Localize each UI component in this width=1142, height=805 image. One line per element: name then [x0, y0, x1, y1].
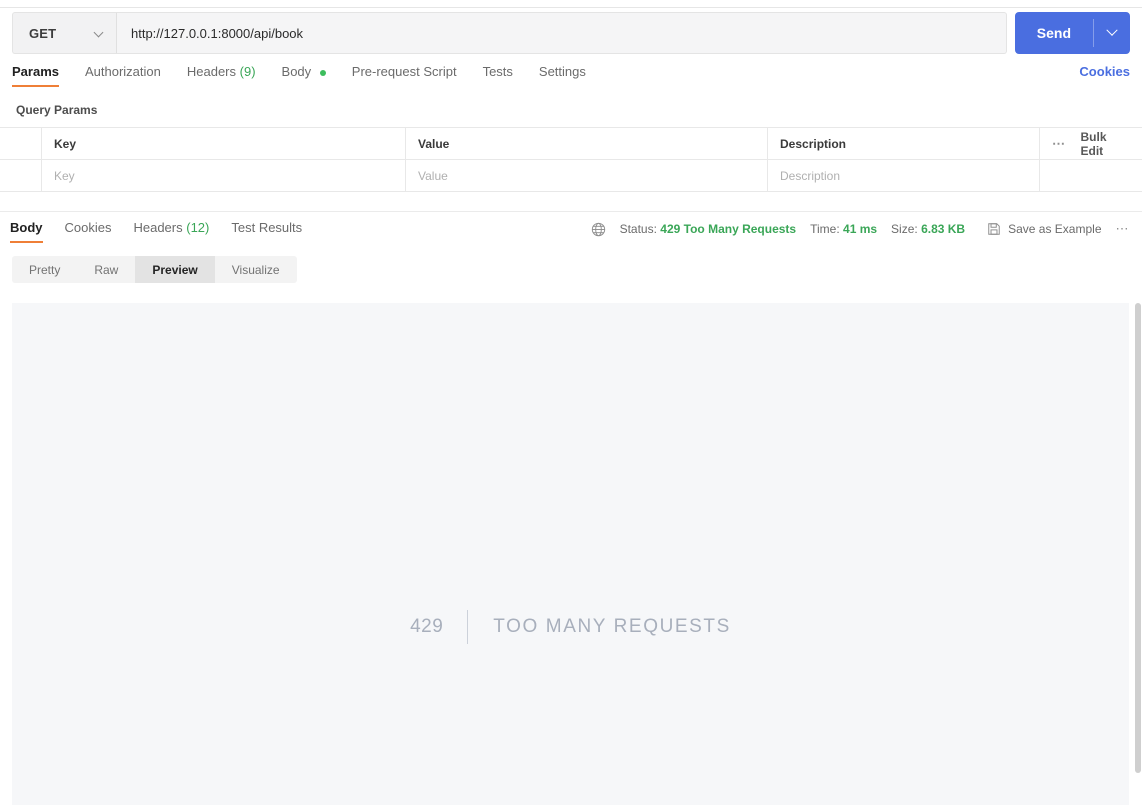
save-as-example-label: Save as Example [1008, 222, 1102, 236]
response-tab-test-results[interactable]: Test Results [231, 220, 302, 243]
tab-settings[interactable]: Settings [539, 64, 586, 87]
time-label: Time: [810, 222, 840, 236]
globe-icon [591, 222, 606, 237]
top-divider [0, 7, 1142, 8]
param-description-input[interactable]: Description [768, 160, 1040, 191]
time-group: Time: 41 ms [810, 222, 877, 236]
response-tab-headers[interactable]: Headers (12) [133, 220, 209, 243]
body-modified-dot-icon [319, 69, 326, 76]
tab-settings-label: Settings [538, 64, 586, 79]
response-view-mode-toggle: Pretty Raw Preview Visualize [12, 256, 297, 283]
size-label: Size: [891, 222, 918, 236]
error-content: 429 TOO MANY REQUESTS [410, 610, 731, 644]
status-group: Status: 429 Too Many Requests [620, 222, 797, 236]
http-method-label: GET [29, 25, 57, 41]
view-mode-pretty[interactable]: Pretty [12, 256, 77, 283]
tab-authorization[interactable]: Authorization [85, 64, 161, 87]
response-tab-headers-count: (12) [186, 220, 210, 235]
response-bar: Body Cookies Headers (12) Test Results S… [10, 220, 1130, 246]
view-mode-preview[interactable]: Preview [135, 256, 215, 283]
tab-body[interactable]: Body [282, 64, 326, 87]
http-method-select[interactable]: GET [12, 12, 116, 54]
response-tab-cookies[interactable]: Cookies [65, 220, 112, 243]
send-options-caret-icon[interactable] [1094, 12, 1130, 54]
error-status-message: TOO MANY REQUESTS [493, 616, 731, 637]
tab-pre-request-script-label: Pre-request Script [351, 64, 457, 79]
send-button[interactable]: Send [1015, 12, 1093, 54]
query-params-table: Key Value Description ⋯ Bulk Edit Key Va… [0, 127, 1142, 192]
bulk-edit-button[interactable]: Bulk Edit [1081, 130, 1131, 158]
query-params-title: Query Params [16, 103, 98, 117]
tab-headers[interactable]: Headers (9) [187, 64, 256, 87]
tab-headers-count: (9) [239, 64, 256, 79]
time-value: 41 ms [843, 222, 878, 236]
save-as-example-button[interactable]: Save as Example [987, 222, 1102, 236]
table-tools: ⋯ Bulk Edit [1040, 128, 1142, 159]
param-value-input[interactable]: Value [406, 160, 768, 191]
header-value: Value [406, 128, 768, 159]
response-tab-headers-label: Headers [133, 220, 183, 235]
error-status-code: 429 [410, 616, 444, 637]
row-tools [1040, 160, 1142, 191]
table-header-row: Key Value Description ⋯ Bulk Edit [0, 128, 1142, 160]
view-mode-raw[interactable]: Raw [77, 256, 135, 283]
tab-headers-label: Headers [186, 64, 237, 79]
preview-scrollbar[interactable] [1135, 303, 1141, 805]
response-tab-test-results-label: Test Results [231, 220, 303, 235]
tab-tests-label: Tests [482, 64, 513, 79]
cookies-link[interactable]: Cookies [1079, 64, 1130, 79]
view-mode-visualize[interactable]: Visualize [215, 256, 297, 283]
chevron-down-icon [94, 28, 105, 39]
status-value: 429 Too Many Requests [660, 222, 797, 236]
tab-tests[interactable]: Tests [483, 64, 513, 87]
request-tabs: Params Authorization Headers (9) Body Pr… [12, 64, 1130, 90]
save-icon [987, 222, 1001, 236]
ellipsis-icon[interactable]: ⋯ [1052, 136, 1067, 152]
size-value: 6.83 KB [921, 222, 966, 236]
response-tab-body[interactable]: Body [10, 220, 43, 243]
size-group: Size: 6.83 KB [891, 222, 965, 236]
status-label: Status: [619, 222, 657, 236]
send-button-group: Send [1014, 12, 1130, 54]
preview-scrollbar-thumb[interactable] [1135, 303, 1141, 773]
response-more-ellipsis-icon[interactable]: ⋯ [1116, 221, 1131, 237]
table-row: Key Value Description [0, 160, 1142, 191]
tab-params-label: Params [12, 64, 59, 79]
response-tab-cookies-label: Cookies [64, 220, 112, 235]
response-section-divider [0, 211, 1142, 212]
request-url-bar: GET Send [12, 12, 1130, 54]
error-page: 429 TOO MANY REQUESTS [12, 303, 1129, 805]
tab-params[interactable]: Params [12, 64, 59, 87]
header-description: Description [768, 128, 1040, 159]
tab-pre-request-script[interactable]: Pre-request Script [352, 64, 457, 87]
header-checkbox-cell [0, 128, 42, 159]
tab-authorization-label: Authorization [84, 64, 161, 79]
request-url-input[interactable] [116, 12, 1007, 54]
param-key-input[interactable]: Key [42, 160, 406, 191]
response-preview-pane: 429 TOO MANY REQUESTS [12, 303, 1129, 805]
header-key: Key [42, 128, 406, 159]
response-tab-body-label: Body [10, 220, 43, 235]
response-meta: Status: 429 Too Many Requests Time: 41 m… [591, 220, 1130, 237]
row-checkbox-cell[interactable] [0, 160, 42, 191]
tab-body-label: Body [281, 64, 312, 79]
